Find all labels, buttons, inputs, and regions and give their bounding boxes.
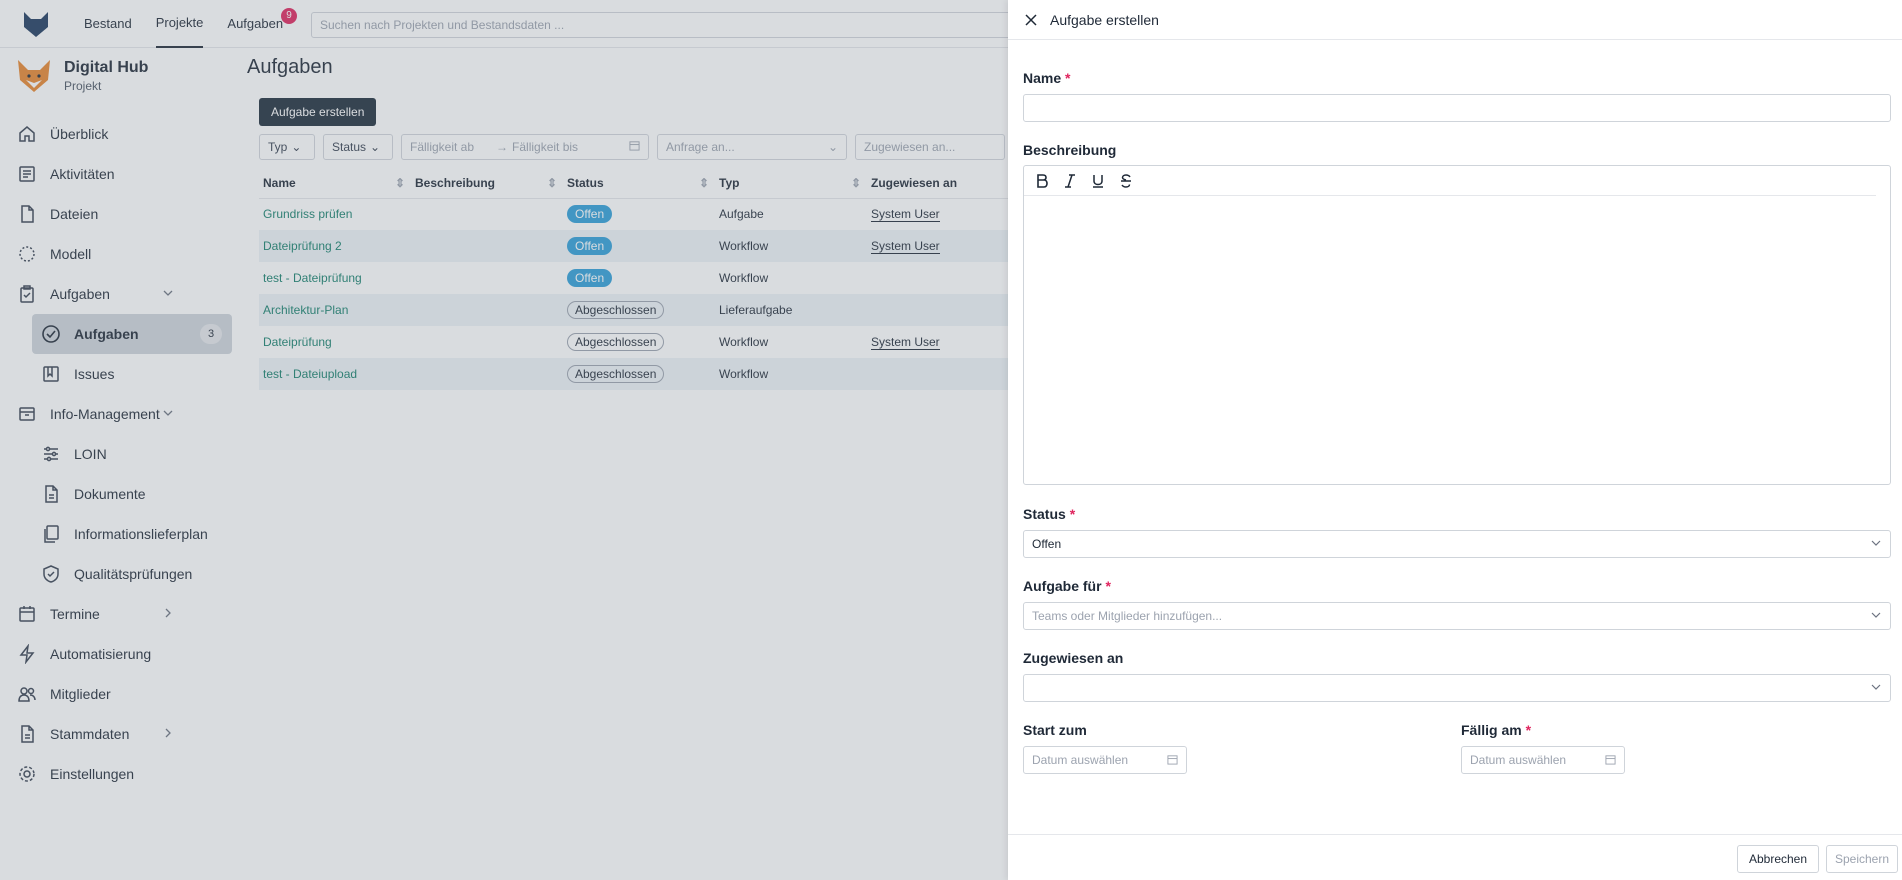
name-label: Name * <box>1023 70 1070 86</box>
drawer-header: Aufgabe erstellen <box>1008 0 1902 40</box>
description-editor[interactable] <box>1023 165 1891 485</box>
cancel-button[interactable]: Abbrechen <box>1737 845 1819 873</box>
task-for-select[interactable]: Teams oder Mitglieder hinzufügen... <box>1023 602 1891 630</box>
name-input[interactable] <box>1023 94 1891 122</box>
chevron-down-icon <box>1870 681 1882 696</box>
date-placeholder: Datum auswählen <box>1032 753 1129 767</box>
create-task-drawer: Aufgabe erstellen Name * Beschreibung St… <box>1008 0 1902 880</box>
assigned-to-select[interactable] <box>1023 674 1891 702</box>
status-select[interactable]: Offen <box>1023 530 1891 558</box>
required-mark: * <box>1525 722 1532 738</box>
assigned-to-label: Zugewiesen an <box>1023 650 1124 666</box>
save-button[interactable]: Speichern <box>1826 845 1898 873</box>
start-date-picker[interactable]: Datum auswählen <box>1023 746 1187 774</box>
required-mark: * <box>1065 70 1071 86</box>
chevron-down-icon <box>1870 537 1882 552</box>
drawer-footer: Abbrechen Speichern <box>1008 834 1902 880</box>
bold-icon[interactable] <box>1034 173 1050 189</box>
italic-icon[interactable] <box>1062 173 1078 189</box>
due-date-label: Fällig am * <box>1461 722 1531 738</box>
due-date-picker[interactable]: Datum auswählen <box>1461 746 1625 774</box>
task-for-placeholder: Teams oder Mitglieder hinzufügen... <box>1032 609 1223 623</box>
strikethrough-icon[interactable] <box>1118 173 1134 189</box>
calendar-icon <box>1605 754 1616 768</box>
modal-backdrop[interactable] <box>0 0 1008 880</box>
chevron-down-icon <box>1870 609 1882 624</box>
date-placeholder: Datum auswählen <box>1470 753 1567 767</box>
calendar-icon <box>1167 754 1178 768</box>
start-date-label: Start zum <box>1023 722 1087 738</box>
required-mark: * <box>1105 578 1111 594</box>
label-text: Status <box>1023 506 1066 522</box>
close-icon[interactable] <box>1024 12 1040 28</box>
label-text: Aufgabe für <box>1023 578 1102 594</box>
status-label: Status * <box>1023 506 1075 522</box>
required-mark: * <box>1069 506 1076 522</box>
label-text: Fällig am <box>1461 722 1522 738</box>
status-select-value: Offen <box>1032 537 1062 551</box>
description-label: Beschreibung <box>1023 142 1117 158</box>
editor-toolbar <box>1024 166 1876 196</box>
drawer-title: Aufgabe erstellen <box>1050 11 1159 28</box>
underline-icon[interactable] <box>1090 173 1106 189</box>
task-for-label: Aufgabe für * <box>1023 578 1111 594</box>
label-text: Name <box>1023 70 1062 86</box>
